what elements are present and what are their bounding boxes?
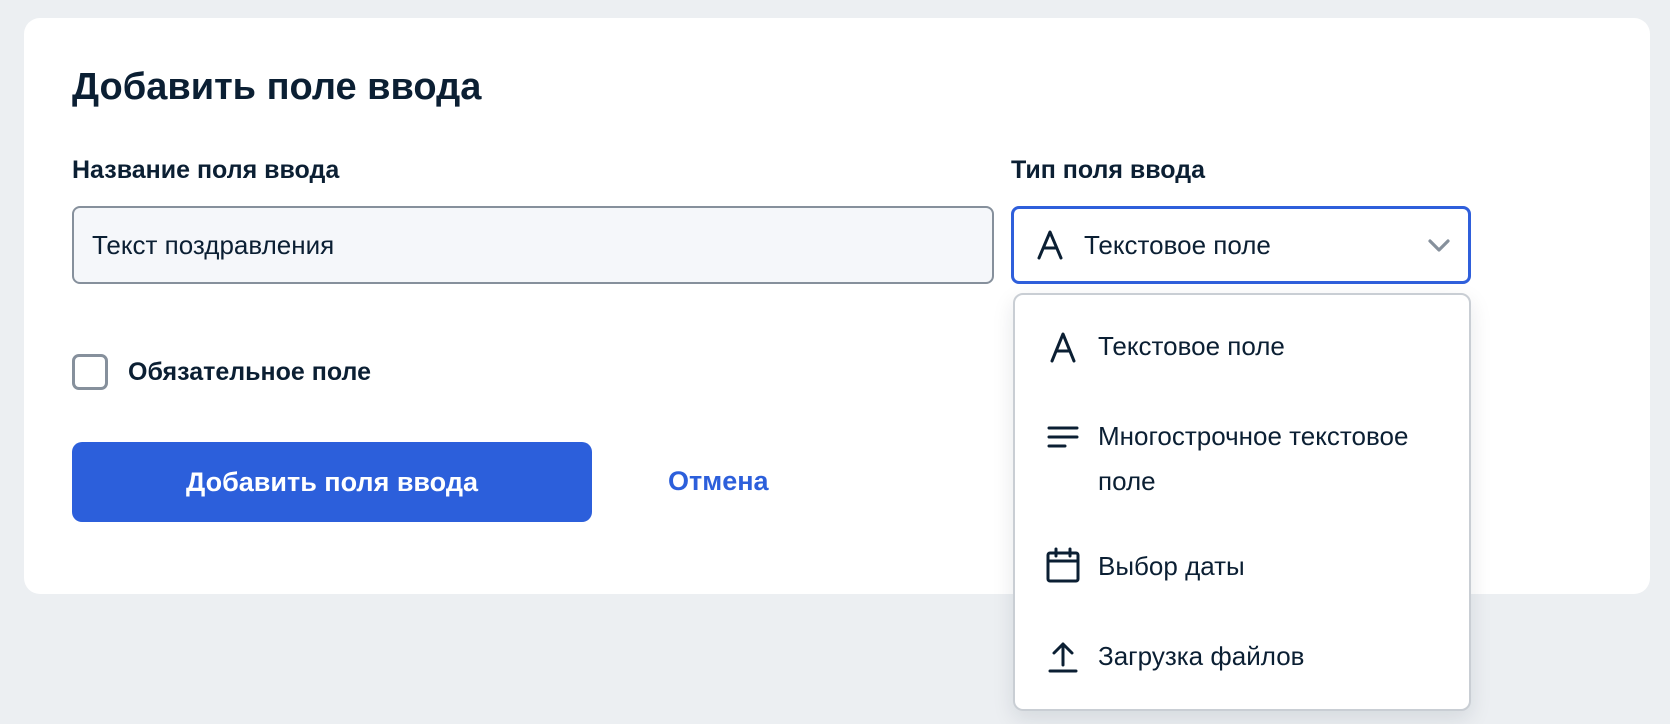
dropdown-option-date[interactable]: Выбор даты bbox=[1015, 535, 1469, 599]
letter-a-icon bbox=[1050, 332, 1076, 363]
dropdown-option-label: Многострочное текстовое поле bbox=[1098, 421, 1409, 496]
chevron-down-icon bbox=[1428, 239, 1450, 252]
field-type-select[interactable]: Текстовое поле bbox=[1011, 206, 1471, 284]
field-name-label: Название поля ввода bbox=[72, 156, 340, 184]
multiline-text-icon bbox=[1047, 426, 1079, 448]
dropdown-option-multiline[interactable]: Многострочное текстовое поле bbox=[1015, 405, 1469, 515]
field-type-label: Тип поля ввода bbox=[1011, 156, 1206, 184]
cancel-link[interactable]: Отмена bbox=[668, 466, 769, 497]
dropdown-option-text[interactable]: Текстовое поле bbox=[1015, 315, 1469, 379]
page-title: Добавить поле ввода bbox=[72, 66, 482, 108]
dropdown-option-label: Загрузка файлов bbox=[1098, 641, 1305, 671]
required-checkbox-row[interactable]: Обязательное поле bbox=[72, 354, 371, 390]
letter-a-icon bbox=[1037, 230, 1063, 260]
required-checkbox[interactable] bbox=[72, 354, 108, 390]
field-type-value: Текстовое поле bbox=[1084, 229, 1271, 260]
calendar-icon bbox=[1046, 547, 1080, 583]
dropdown-option-label: Текстовое поле bbox=[1098, 331, 1285, 361]
required-checkbox-label: Обязательное поле bbox=[128, 357, 371, 386]
field-type-dropdown: Текстовое поле Многострочное текстовое п… bbox=[1013, 293, 1471, 711]
field-name-input[interactable] bbox=[72, 206, 994, 284]
add-fields-button[interactable]: Добавить поля ввода bbox=[72, 442, 592, 522]
dropdown-option-upload[interactable]: Загрузка файлов bbox=[1015, 625, 1469, 689]
upload-icon bbox=[1048, 642, 1078, 673]
dropdown-option-label: Выбор даты bbox=[1098, 551, 1245, 581]
